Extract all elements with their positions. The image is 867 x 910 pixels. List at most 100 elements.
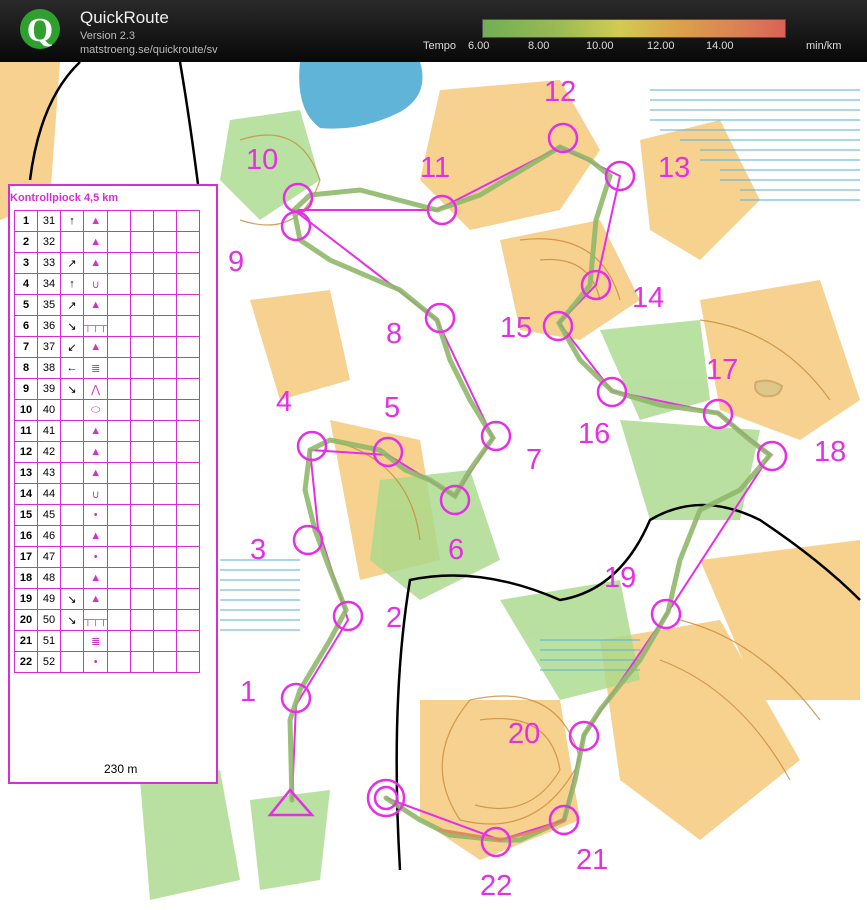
legend-cell-empty — [176, 294, 201, 316]
legend-cell-empty — [107, 252, 132, 274]
legend-row: 6 36 ↘ ┬┬┬ — [14, 315, 201, 337]
legend-cell-dir: ↑ — [60, 273, 84, 295]
legend-cell-num: 13 — [14, 462, 38, 484]
legend-cell-dir — [60, 399, 84, 421]
legend-cell-num: 21 — [14, 630, 38, 652]
legend-cell-num: 6 — [14, 315, 38, 337]
control-label-9: 9 — [228, 246, 245, 278]
legend-cell-num: 12 — [14, 441, 38, 463]
legend-cell-empty — [176, 609, 201, 631]
legend-cell-empty — [153, 525, 178, 547]
legend-cell-empty — [153, 294, 178, 316]
legend-cell-num: 16 — [14, 525, 38, 547]
legend-cell-empty — [176, 231, 201, 253]
legend-cell-empty — [153, 315, 178, 337]
legend-cell-dir — [60, 231, 84, 253]
control-label-7: 7 — [526, 444, 543, 476]
legend-cell-empty — [130, 336, 155, 358]
tempo-tick: 8.00 — [528, 40, 550, 52]
legend-cell-sym: ▲ — [82, 567, 109, 589]
legend-cell-empty — [176, 525, 201, 547]
legend-cell-sym: ▲ — [82, 336, 109, 358]
legend-cell-sym: ▲ — [82, 294, 109, 316]
legend-cell-empty — [130, 273, 155, 295]
legend-cell-sym: ┬┬┬ — [82, 315, 109, 337]
legend-cell-sym: • — [82, 651, 109, 673]
legend-row: 8 38 ← ≣ — [14, 357, 201, 379]
legend-cell-sym: ▲ — [82, 210, 109, 232]
legend-row: 4 34 ↑ ∪ — [14, 273, 201, 295]
app-header: Q QuickRoute Version 2.3 matstroeng.se/q… — [0, 0, 867, 62]
tempo-tick: 6.00 — [468, 40, 490, 52]
legend-cell-code: 42 — [37, 441, 61, 463]
legend-cell-code: 36 — [37, 315, 61, 337]
legend-cell-empty — [130, 588, 155, 610]
control-label-22: 22 — [480, 870, 513, 902]
legend-cell-code: 33 — [37, 252, 61, 274]
legend-cell-empty — [130, 504, 155, 526]
legend-cell-empty — [107, 336, 132, 358]
legend-cell-empty — [176, 588, 201, 610]
legend-cell-code: 48 — [37, 567, 61, 589]
legend-cell-empty — [153, 378, 178, 400]
legend-cell-sym: ▲ — [82, 525, 109, 547]
legend-cell-code: 39 — [37, 378, 61, 400]
legend-cell-empty — [153, 504, 178, 526]
control-label-21: 21 — [576, 844, 609, 876]
legend-cell-code: 43 — [37, 462, 61, 484]
legend-cell-dir: ↑ — [60, 210, 84, 232]
app-title: QuickRoute — [80, 8, 169, 27]
legend-cell-code: 35 — [37, 294, 61, 316]
legend-cell-empty — [130, 525, 155, 547]
legend-row: 19 49 ↘ ▲ — [14, 588, 201, 610]
control-label-19: 19 — [604, 562, 637, 594]
legend-cell-empty — [130, 315, 155, 337]
legend-row: 10 40 ⬭ — [14, 399, 201, 421]
legend-cell-empty — [107, 546, 132, 568]
legend-row: 16 46 ▲ — [14, 525, 201, 547]
legend-cell-sym: ⋀ — [82, 378, 109, 400]
legend-cell-empty — [153, 588, 178, 610]
control-label-2: 2 — [386, 602, 403, 634]
control-label-10: 10 — [246, 144, 279, 176]
legend-cell-sym: ∪ — [82, 273, 109, 295]
legend-cell-sym: ┬┬┬ — [82, 609, 109, 631]
legend-cell-empty — [107, 651, 132, 673]
legend-cell-empty — [153, 630, 178, 652]
legend-cell-empty — [107, 525, 132, 547]
legend-cell-empty — [176, 357, 201, 379]
legend-cell-empty — [130, 210, 155, 232]
legend-cell-dir — [60, 483, 84, 505]
app-url: matstroeng.se/quickroute/sv — [80, 44, 218, 56]
legend-cell-empty — [107, 210, 132, 232]
legend-cell-sym: ∪ — [82, 483, 109, 505]
legend-cell-code: 37 — [37, 336, 61, 358]
control-label-18: 18 — [814, 436, 847, 468]
control-label-6: 6 — [448, 534, 465, 566]
legend-row: 21 51 ≣ — [14, 630, 201, 652]
legend-cell-empty — [130, 252, 155, 274]
legend-cell-dir — [60, 630, 84, 652]
legend-cell-empty — [176, 651, 201, 673]
legend-cell-num: 20 — [14, 609, 38, 631]
legend-cell-dir: ↗ — [60, 252, 84, 274]
legend-cell-empty — [130, 546, 155, 568]
legend-cell-sym: ▲ — [82, 252, 109, 274]
legend-cell-empty — [107, 231, 132, 253]
legend-cell-dir: ↘ — [60, 609, 84, 631]
legend-cell-sym: ▲ — [82, 231, 109, 253]
legend-cell-empty — [107, 378, 132, 400]
legend-cell-empty — [130, 441, 155, 463]
legend-row: 17 47 • — [14, 546, 201, 568]
control-label-1: 1 — [240, 676, 257, 708]
legend-cell-empty — [153, 483, 178, 505]
legend-cell-num: 17 — [14, 546, 38, 568]
legend-cell-dir — [60, 546, 84, 568]
legend-cell-num: 9 — [14, 378, 38, 400]
control-label-12: 12 — [544, 76, 577, 108]
legend-title: Kontrollpiock 4,5 km — [10, 192, 119, 204]
legend-cell-empty — [153, 273, 178, 295]
legend-cell-code: 47 — [37, 546, 61, 568]
legend-cell-sym: • — [82, 546, 109, 568]
legend-cell-empty — [153, 420, 178, 442]
